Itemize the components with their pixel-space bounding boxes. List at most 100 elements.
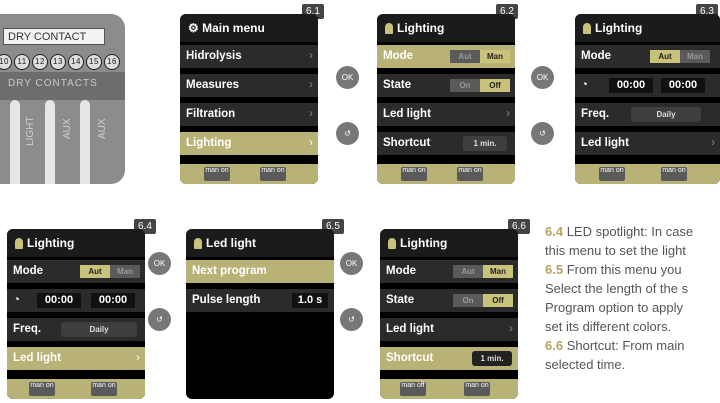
desc-line: 6.6 Shortcut: From main xyxy=(545,336,720,355)
state-switch[interactable]: On Off xyxy=(450,79,510,92)
menu-item-label: Filtration xyxy=(186,108,236,120)
freq-row[interactable]: Freq. Daily xyxy=(575,103,720,126)
led-light-row[interactable]: Led light › xyxy=(575,132,720,155)
start-time[interactable]: 00:00 xyxy=(37,293,81,308)
next-program-row[interactable]: Next program xyxy=(186,260,334,283)
end-time[interactable]: 00:00 xyxy=(91,293,135,308)
menu-item-filtration[interactable]: Filtration › xyxy=(180,103,318,126)
shortcut-row[interactable]: Shortcut 1 min. xyxy=(380,347,518,370)
terminal-10: 10 xyxy=(0,54,12,70)
desc-line: Select the length of the s xyxy=(545,281,689,296)
screen-lighting-auto: Lighting Mode Aut Man ◔ 00:00 00:00 Freq. Dai… xyxy=(575,14,720,184)
screen-title: Lighting xyxy=(397,21,445,35)
state-off: Off xyxy=(483,294,513,307)
schedule-row[interactable]: ◔ 00:00 00:00 xyxy=(575,74,720,97)
settings-icon: ⚙ xyxy=(188,21,199,35)
screen-lighting: Lighting Mode Aut Man State On Off Led light… xyxy=(377,14,515,184)
back-button[interactable]: ↺ xyxy=(148,308,171,331)
terminal-13: 13 xyxy=(50,54,66,70)
shortcut-label: Shortcut xyxy=(383,137,431,149)
shortcut-label: Shortcut xyxy=(386,352,434,364)
bulb-icon xyxy=(388,238,396,250)
mode-switch[interactable]: Aut Man xyxy=(80,265,140,278)
pulse-length-row[interactable]: Pulse length 1.0 s xyxy=(186,289,334,312)
state-on: On xyxy=(462,296,474,305)
menu-item-lighting[interactable]: Lighting › xyxy=(180,132,318,155)
terminal-11: 11 xyxy=(14,54,30,70)
freq-row[interactable]: Freq. Daily xyxy=(7,318,145,341)
bulb-icon xyxy=(15,238,23,250)
mode-switch[interactable]: Aut Man xyxy=(453,265,513,278)
mode-switch[interactable]: Aut Man xyxy=(650,50,710,63)
status-man-on: man on xyxy=(599,167,625,181)
desc-text: Shortcut: From main xyxy=(566,338,685,353)
mode-man: Man xyxy=(687,52,703,61)
clock-icon: ◔ xyxy=(13,294,20,306)
schedule-row[interactable]: ◔ 00:00 00:00 xyxy=(7,289,145,312)
state-row[interactable]: State On Off xyxy=(380,289,518,312)
chevron-right-icon: › xyxy=(309,79,313,91)
state-row[interactable]: State On Off xyxy=(377,74,515,97)
mode-label: Mode xyxy=(581,50,612,62)
desc-text: LED spotlight: In case xyxy=(566,224,694,239)
menu-item-measures[interactable]: Measures › xyxy=(180,74,318,97)
back-button[interactable]: ↺ xyxy=(340,308,363,331)
mode-aut: Aut xyxy=(461,267,475,276)
mode-switch[interactable]: Aut Man xyxy=(450,50,510,63)
status-footer: man on man on xyxy=(377,164,515,184)
state-label: State xyxy=(386,294,415,306)
freq-value[interactable]: Daily xyxy=(631,107,701,122)
screen-header: Lighting xyxy=(380,229,518,257)
freq-value[interactable]: Daily xyxy=(61,322,137,337)
screen-header: ⚙ Main menu xyxy=(180,14,318,42)
screen-header: Led light xyxy=(186,229,334,257)
pulse-length-value[interactable]: 1.0 s xyxy=(292,293,328,308)
wire xyxy=(45,100,55,184)
shortcut-value: 1 min. xyxy=(463,136,507,151)
mode-man: Man xyxy=(483,265,513,278)
description-text: 6.4 LED spotlight: In case this menu to … xyxy=(545,222,720,374)
freq-label: Freq. xyxy=(13,323,42,335)
ok-button[interactable]: OK xyxy=(531,66,554,89)
mode-row[interactable]: Mode Aut Man xyxy=(575,45,720,68)
status-man-on: man on xyxy=(457,167,483,181)
menu-item-label: Lighting xyxy=(186,137,232,149)
ok-button[interactable]: OK xyxy=(336,66,359,89)
led-light-row[interactable]: Led light › xyxy=(7,347,145,370)
mode-row[interactable]: Mode Aut Man xyxy=(380,260,518,283)
led-label: Led light xyxy=(581,137,629,149)
state-label: State xyxy=(383,79,412,91)
chevron-right-icon: › xyxy=(506,108,510,120)
aux-label: AUX xyxy=(62,118,73,139)
screen-header: Lighting xyxy=(7,229,145,257)
mode-row[interactable]: Mode Aut Man xyxy=(7,260,145,283)
desc-line: 6.4 LED spotlight: In case xyxy=(545,222,720,241)
back-button[interactable]: ↺ xyxy=(336,122,359,145)
ok-button[interactable]: OK xyxy=(340,252,363,275)
led-label: Led light xyxy=(386,323,434,335)
status-footer: man off man on xyxy=(380,379,518,399)
mode-row[interactable]: Mode Aut Man xyxy=(377,45,515,68)
screen-header: Lighting xyxy=(377,14,515,42)
shortcut-row[interactable]: Shortcut 1 min. xyxy=(377,132,515,155)
status-man-off: man off xyxy=(400,382,426,396)
back-button[interactable]: ↺ xyxy=(531,122,554,145)
screen-title: Lighting xyxy=(400,236,448,250)
desc-line: Program option to apply xyxy=(545,300,684,315)
end-time[interactable]: 00:00 xyxy=(661,78,705,93)
screen-title: Main menu xyxy=(202,21,265,35)
start-time[interactable]: 00:00 xyxy=(609,78,653,93)
desc-ref: 6.4 xyxy=(545,224,564,239)
state-switch[interactable]: On Off xyxy=(453,294,513,307)
ok-button[interactable]: OK xyxy=(148,252,171,275)
chevron-right-icon: › xyxy=(711,137,715,149)
dry-contacts-strip-text: DRY CONTACTS xyxy=(8,78,98,89)
next-program-label: Next program xyxy=(192,265,267,277)
menu-item-hidrolysis[interactable]: Hidrolysis › xyxy=(180,45,318,68)
terminal-15: 15 xyxy=(86,54,102,70)
led-light-row[interactable]: Led light › xyxy=(377,103,515,126)
wire xyxy=(80,100,90,184)
desc-line: this menu to set the light xyxy=(545,243,686,258)
screen-lighting-led: Lighting Mode Aut Man ◔ 00:00 00:00 Freq. Dai… xyxy=(7,229,145,399)
led-light-row[interactable]: Led light › xyxy=(380,318,518,341)
